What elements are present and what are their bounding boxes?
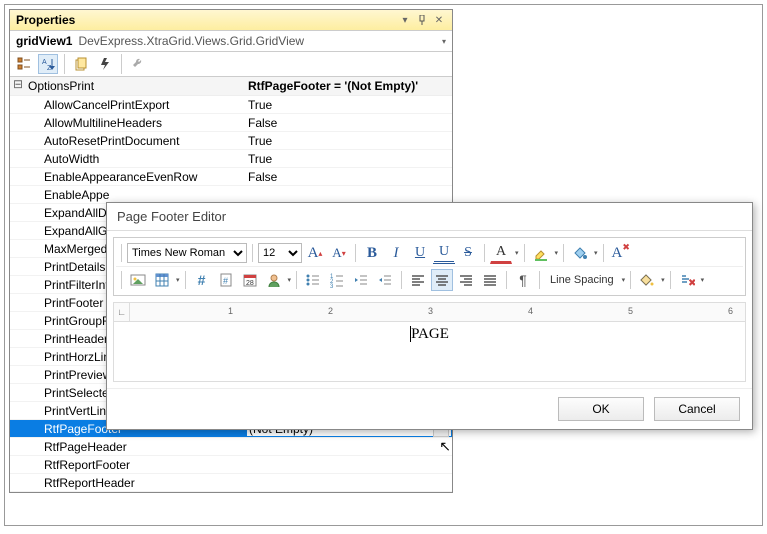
collapse-icon[interactable]: ⊟ — [10, 77, 26, 95]
property-label: EnableAppe — [26, 187, 246, 203]
dialog-title: Page Footer Editor — [107, 203, 752, 231]
bullets-icon[interactable] — [302, 269, 324, 291]
property-label: AutoWidth — [26, 151, 246, 167]
category-value: RtfPageFooter = '(Not Empty)' — [246, 77, 452, 95]
date-icon[interactable]: 28 — [239, 269, 261, 291]
category-row[interactable]: ⊟ OptionsPrint RtfPageFooter = '(Not Emp… — [10, 77, 452, 96]
property-value[interactable]: True — [246, 133, 452, 149]
ok-button[interactable]: OK — [558, 397, 644, 421]
page-footer-editor-dialog: Page Footer Editor Times New Roman 12 A▴… — [106, 202, 753, 430]
property-row[interactable]: RtfReportFooter — [10, 456, 452, 474]
ruler-mark: 2 — [328, 306, 333, 316]
pin-icon[interactable] — [415, 13, 429, 27]
ruler-mark: 3 — [428, 306, 433, 316]
svg-text:#: # — [223, 276, 228, 286]
ruler-mark: 5 — [628, 306, 633, 316]
dialog-toolbar: Times New Roman 12 A▴ A▾ B I U U S A▾ ▾ … — [113, 237, 746, 296]
categorized-icon[interactable] — [14, 54, 34, 74]
pages-icon[interactable] — [71, 54, 91, 74]
object-type: DevExpress.XtraGrid.Views.Grid.GridView — [78, 34, 442, 48]
property-label: RtfPageHeader — [26, 439, 246, 455]
property-value[interactable] — [246, 482, 452, 484]
page-count-icon[interactable]: # — [215, 269, 237, 291]
property-value[interactable]: True — [246, 97, 452, 113]
property-value[interactable] — [246, 464, 452, 466]
font-family-select[interactable]: Times New Roman — [127, 243, 247, 263]
property-value[interactable]: True — [246, 151, 452, 167]
object-name: gridView1 — [16, 34, 72, 48]
align-center-icon[interactable] — [431, 269, 453, 291]
property-row[interactable]: AutoResetPrintDocumentTrue — [10, 132, 452, 150]
property-value[interactable]: False — [246, 169, 452, 185]
strikethrough-icon[interactable]: S — [457, 242, 479, 264]
property-value[interactable] — [246, 194, 452, 196]
editor-area[interactable]: PAGE — [113, 322, 746, 382]
category-label: OptionsPrint — [26, 77, 246, 95]
clear-all-icon[interactable]: ✖ — [676, 269, 698, 291]
wrench-icon[interactable] — [128, 54, 148, 74]
line-spacing-button[interactable]: Line Spacing — [545, 269, 619, 291]
property-row[interactable]: RtfPageHeader — [10, 438, 452, 456]
ruler-mark: 4 — [528, 306, 533, 316]
properties-titlebar: Properties ▾ ✕ — [10, 10, 452, 31]
properties-title: Properties — [16, 13, 395, 27]
align-justify-icon[interactable] — [479, 269, 501, 291]
ruler-mark: 1 — [228, 306, 233, 316]
cancel-button[interactable]: Cancel — [654, 397, 740, 421]
property-value[interactable]: False — [246, 115, 452, 131]
property-row[interactable]: AllowMultilineHeadersFalse — [10, 114, 452, 132]
property-label: EnableAppearanceEvenRow — [26, 169, 246, 185]
align-right-icon[interactable] — [455, 269, 477, 291]
increase-font-icon[interactable]: A▴ — [304, 242, 326, 264]
bold-icon[interactable]: B — [361, 242, 383, 264]
property-label: AllowCancelPrintExport — [26, 97, 246, 113]
double-underline-icon[interactable]: U — [433, 242, 455, 264]
paint-bucket-icon[interactable] — [636, 269, 658, 291]
indent-icon[interactable] — [374, 269, 396, 291]
pilcrow-icon[interactable]: ¶ — [512, 269, 534, 291]
dropdown-icon[interactable]: ▾ — [398, 13, 412, 27]
svg-text:✖: ✖ — [688, 278, 695, 288]
ruler-mark: 6 — [728, 306, 733, 316]
svg-text:28: 28 — [246, 280, 254, 287]
editor-content: PAGE — [411, 326, 449, 342]
highlight-icon[interactable] — [530, 242, 552, 264]
property-row[interactable]: AllowCancelPrintExportTrue — [10, 96, 452, 114]
svg-text:3: 3 — [330, 284, 334, 288]
property-label: RtfReportFooter — [26, 457, 246, 473]
properties-toolbar: AZ — [10, 52, 452, 77]
font-size-select[interactable]: 12 — [258, 243, 302, 263]
property-label: RtfReportHeader — [26, 475, 246, 491]
close-icon[interactable]: ✕ — [432, 13, 446, 27]
user-icon[interactable] — [263, 269, 285, 291]
underline-icon[interactable]: U — [409, 242, 431, 264]
tab-selector-icon[interactable]: ∟ — [114, 303, 130, 321]
align-left-icon[interactable] — [407, 269, 429, 291]
numbering-icon[interactable]: 123 — [326, 269, 348, 291]
property-row[interactable]: AutoWidthTrue — [10, 150, 452, 168]
property-value[interactable] — [246, 446, 452, 448]
object-selector[interactable]: gridView1 DevExpress.XtraGrid.Views.Grid… — [10, 31, 452, 52]
chevron-down-icon: ▾ — [442, 37, 446, 46]
property-label: AllowMultilineHeaders — [26, 115, 246, 131]
property-label: AutoResetPrintDocument — [26, 133, 246, 149]
insert-image-icon[interactable] — [127, 269, 149, 291]
font-color-icon[interactable]: A — [490, 242, 512, 264]
ruler[interactable]: ∟ 1 2 3 4 5 6 — [113, 302, 746, 322]
outdent-icon[interactable] — [350, 269, 372, 291]
events-icon[interactable] — [95, 54, 115, 74]
shading-icon[interactable] — [569, 242, 591, 264]
page-number-icon[interactable]: # — [191, 269, 213, 291]
property-row[interactable]: EnableAppearanceEvenRowFalse — [10, 168, 452, 186]
clear-format-icon[interactable]: A✖ — [609, 242, 633, 264]
property-row[interactable]: RtfReportHeader — [10, 474, 452, 492]
italic-icon[interactable]: I — [385, 242, 407, 264]
decrease-font-icon[interactable]: A▾ — [328, 242, 350, 264]
insert-table-icon[interactable] — [151, 269, 173, 291]
alphabetical-icon[interactable]: AZ — [38, 54, 58, 74]
